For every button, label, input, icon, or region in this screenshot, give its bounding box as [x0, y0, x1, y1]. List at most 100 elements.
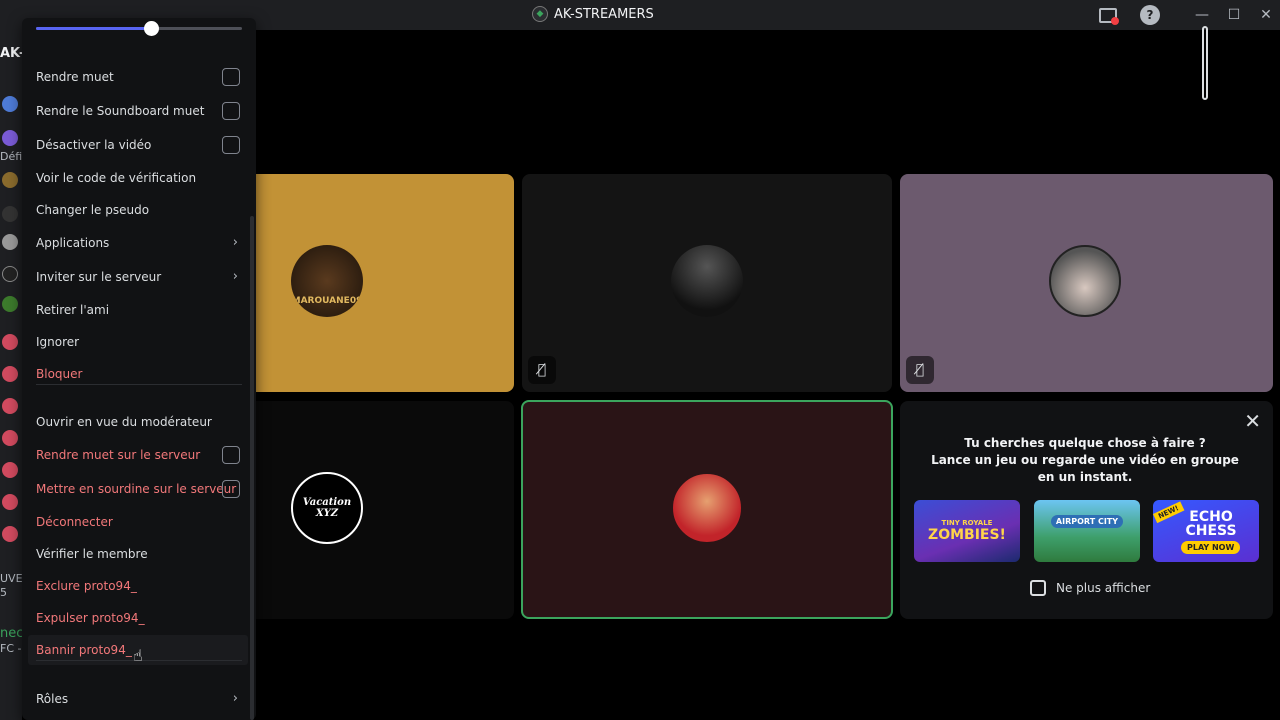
menu-item-label: Exclure proto94_ — [36, 579, 137, 593]
menu-item-desactiver-la-video[interactable]: Désactiver la vidéo — [28, 130, 248, 160]
checkbox[interactable] — [222, 136, 240, 154]
chevron-right-icon: › — [232, 269, 238, 284]
menu-item-expulser-proto94[interactable]: Expulser proto94_ — [28, 603, 248, 633]
user-avatar: Vacation XYZ — [291, 472, 363, 544]
member-avatar[interactable] — [2, 398, 18, 414]
menu-item-rendre-muet-sur-le-serveur[interactable]: Rendre muet sur le serveur — [28, 440, 248, 470]
menu-scrollbar[interactable] — [250, 216, 254, 720]
server-short-name: AK- — [0, 46, 25, 61]
voice-tile-hat-user[interactable]: 🎙̸ — [900, 174, 1273, 392]
menu-item-label: Vérifier le membre — [36, 547, 148, 561]
menu-item-changer-le-pseudo[interactable]: Changer le pseudo — [28, 195, 248, 225]
checkbox[interactable] — [222, 446, 240, 464]
menu-item-label: Rendre le Soundboard muet — [36, 104, 205, 118]
minimize-icon[interactable]: — — [1192, 5, 1212, 25]
chevron-right-icon: › — [232, 691, 238, 706]
activity-message-line: Lance un jeu ou regarde une vidéo en gro… — [931, 453, 1239, 484]
channel-icon[interactable] — [2, 96, 18, 112]
menu-item-roles[interactable]: Rôles › — [28, 684, 248, 714]
activity-suggestion-panel: ✕ Tu cherches quelque chose à faire ? La… — [900, 401, 1273, 619]
menu-item-label: Rôles — [36, 692, 69, 706]
chevron-right-icon: › — [232, 235, 238, 250]
game-title: ZOMBIES! — [928, 527, 1006, 543]
voice-tile-dark-user[interactable]: 🎙̸ — [522, 174, 892, 392]
loading-indicator — [1202, 26, 1208, 100]
menu-item-verifier-le-membre[interactable]: Vérifier le membre — [28, 539, 248, 569]
game-subtitle: TINY ROYALE — [941, 519, 993, 527]
member-avatar[interactable] — [2, 462, 18, 478]
menu-item-label: Mettre en sourdine sur le serveur — [36, 482, 237, 496]
menu-item-inviter-sur-le-serveur[interactable]: Inviter sur le serveur › — [28, 262, 248, 292]
menu-item-label: Changer le pseudo — [36, 203, 150, 217]
menu-item-applications[interactable]: Applications › — [28, 228, 248, 258]
menu-item-deconnecter[interactable]: Déconnecter — [28, 507, 248, 537]
window-title: ◆ AK-STREAMERS — [532, 6, 654, 22]
dont-show-again[interactable]: Ne plus afficher — [1030, 580, 1150, 596]
window-title-text: AK-STREAMERS — [554, 6, 654, 22]
game-title: AIRPORT CITY — [1050, 514, 1124, 528]
member-avatar[interactable] — [2, 172, 18, 188]
user-context-menu: Rendre muet Rendre le Soundboard muet Désa… — [22, 18, 256, 720]
menu-item-retirer-l-ami[interactable]: Retirer l'ami — [28, 295, 248, 325]
dont-show-checkbox[interactable] — [1030, 580, 1046, 596]
menu-item-label: Déconnecter — [36, 515, 113, 529]
volume-fill — [36, 27, 152, 30]
member-avatar[interactable] — [2, 526, 18, 542]
strip-label: 5 — [0, 586, 7, 599]
menu-item-rendre-le-soundboard-muet[interactable]: Rendre le Soundboard muet — [28, 96, 248, 126]
menu-item-label: Voir le code de vérification — [36, 171, 197, 185]
member-avatar[interactable] — [2, 266, 18, 282]
checkbox[interactable] — [222, 68, 240, 86]
menu-item-label: Bannir proto94_ — [36, 643, 132, 657]
avatar-label: Vacation XYZ — [302, 497, 352, 519]
close-window-icon[interactable]: ✕ — [1256, 5, 1276, 25]
member-avatar[interactable] — [2, 296, 18, 312]
member-avatar[interactable] — [2, 430, 18, 446]
muted-mic-icon: 🎙̸ — [906, 356, 934, 384]
member-avatar[interactable] — [2, 494, 18, 510]
channel-icon[interactable] — [2, 130, 18, 146]
game-card-echo-chess[interactable]: NEW! ECHO CHESS PLAY NOW — [1153, 500, 1259, 562]
menu-item-label: Retirer l'ami — [36, 303, 110, 317]
menu-item-voir-le-code-de-verification[interactable]: Voir le code de vérification — [28, 163, 248, 193]
game-title: ECHO CHESS — [1185, 509, 1237, 539]
help-icon[interactable]: ? — [1140, 5, 1160, 25]
member-avatar[interactable] — [2, 206, 18, 222]
maximize-icon[interactable]: ☐ — [1224, 5, 1244, 25]
screen-share-icon[interactable] — [1098, 5, 1119, 25]
game-card-airport-city[interactable]: AIRPORT CITY — [1034, 500, 1140, 562]
voice-tile-speaking-user[interactable] — [521, 400, 893, 619]
member-avatar[interactable] — [2, 334, 18, 350]
menu-item-label: Rendre muet — [36, 70, 114, 84]
member-avatar[interactable] — [2, 234, 18, 250]
user-avatar — [1049, 245, 1121, 317]
game-card-zombies[interactable]: TINY ROYALE ZOMBIES! — [914, 500, 1020, 562]
menu-item-ouvrir-en-vue-du-moderateur[interactable]: Ouvrir en vue du modérateur — [28, 407, 248, 437]
voice-tile-marouane[interactable]: MAROUANE09 — [256, 174, 514, 392]
play-now-label: PLAY NOW — [1181, 541, 1241, 554]
menu-item-rendre-muet[interactable]: Rendre muet — [28, 62, 248, 92]
close-icon[interactable]: ✕ — [1244, 409, 1261, 433]
channel-hint: Défi — [0, 150, 23, 163]
activity-message-line: Tu cherches quelque chose à faire ? — [964, 436, 1206, 450]
voice-tile-vacation[interactable]: Vacation XYZ — [256, 401, 514, 619]
user-avatar: MAROUANE09 — [291, 245, 363, 317]
muted-mic-icon: 🎙̸ — [528, 356, 556, 384]
checkbox[interactable] — [222, 480, 240, 498]
menu-item-label: Expulser proto94_ — [36, 611, 145, 625]
menu-item-mettre-en-sourdine-sur-le-serveur[interactable]: Mettre en sourdine sur le serveur — [28, 474, 248, 504]
user-avatar — [671, 245, 743, 317]
server-strip: AK- Défi UVEA 5 nec FC - 1 — [0, 30, 32, 720]
member-avatar[interactable] — [2, 366, 18, 382]
mouse-cursor-icon: ☝ — [133, 646, 143, 665]
avatar-label: MAROUANE09 — [291, 296, 363, 306]
checkbox[interactable] — [222, 102, 240, 120]
volume-knob[interactable] — [144, 21, 160, 36]
menu-item-label: Applications — [36, 236, 110, 250]
server-logo-icon: ◆ — [532, 6, 548, 22]
user-volume-slider[interactable] — [36, 21, 242, 36]
menu-item-ignorer[interactable]: Ignorer — [28, 327, 248, 357]
menu-item-label: Ignorer — [36, 335, 80, 349]
menu-item-label: Ouvrir en vue du modérateur — [36, 415, 212, 429]
menu-item-exclure-proto94[interactable]: Exclure proto94_ — [28, 571, 248, 601]
